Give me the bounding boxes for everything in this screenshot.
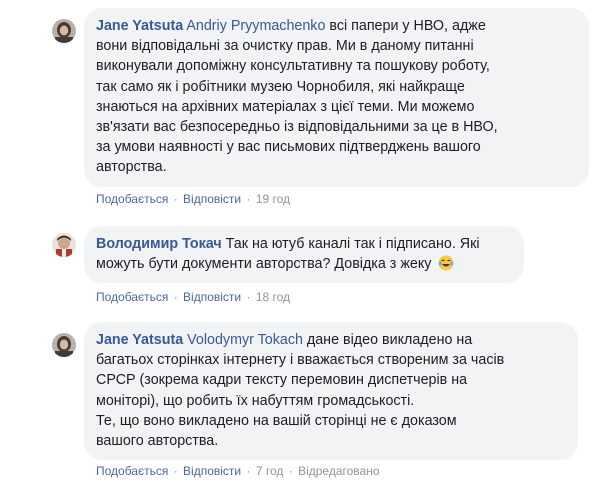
reply-link[interactable]: Відповісти <box>183 464 241 478</box>
comment-text-line: вони відповідальні за очистку прав. Ми в… <box>96 38 474 55</box>
comment-text-line: за умови наявності у вас письмових підтв… <box>96 139 481 156</box>
comment-actions: Подобається · Відповісти · 18 год <box>96 289 290 305</box>
like-link[interactable]: Подобається <box>96 464 168 478</box>
edited-label[interactable]: Відредаговано <box>298 464 379 478</box>
separator-dot: · <box>173 192 178 206</box>
timestamp[interactable]: 18 год <box>256 290 290 304</box>
like-link[interactable]: Подобається <box>96 290 168 304</box>
comment-text-line: всі папери у НВО, адже <box>325 18 486 34</box>
comment-text-line: Те, що воно викладено на вашій сторінці … <box>96 412 457 429</box>
comment-bubble: Володимир Токач Так на ютуб каналі так і… <box>84 226 524 284</box>
comment-actions: Подобається · Відповісти · 19 год <box>96 191 290 207</box>
mention-link[interactable]: Andriy Pryymachenko <box>186 18 325 34</box>
comment-author[interactable]: Володимир Токач <box>96 236 222 252</box>
reply-link[interactable]: Відповісти <box>183 192 241 206</box>
separator-dot: · <box>246 290 251 304</box>
comment-text-line: можуть бути документи авторства? Довідка… <box>96 256 432 273</box>
comment-text-line: моніторі), що робить їх набуттям громадс… <box>96 392 415 409</box>
reply-link[interactable]: Відповісти <box>183 290 241 304</box>
comment-text-line: СРСР (зокрема кадри тексту перемовин дис… <box>96 372 468 389</box>
mention-link[interactable]: Volodymyr Tokach <box>187 332 303 348</box>
comment-text-line: знаються на архівних матеріалах з цієї т… <box>96 98 475 115</box>
comment-text-line: авторства. <box>96 159 167 176</box>
separator-dot: · <box>173 464 178 478</box>
comment-actions: Подобається · Відповісти · 7 год · Відре… <box>96 463 380 479</box>
separator-dot: · <box>288 464 293 478</box>
like-link[interactable]: Подобається <box>96 192 168 206</box>
comment-text-line: зв'язати вас безпосередньо із відповідал… <box>96 119 498 136</box>
separator-dot: · <box>246 464 251 478</box>
timestamp[interactable]: 19 год <box>256 192 290 206</box>
comment-text-line: Так на ютуб каналі так і підписано. Які <box>221 236 480 252</box>
volodymyr-avatar-icon <box>52 233 76 257</box>
comment-text-line: вашого авторства. <box>96 433 219 450</box>
comment-author[interactable]: Jane Yatsuta <box>96 332 183 348</box>
timestamp[interactable]: 7 год <box>256 464 284 478</box>
separator-dot: · <box>246 192 251 206</box>
comment-text-line: так само як і робітники музею Чорнобиля,… <box>96 78 465 95</box>
comment-text-line: виконували допоміжну консультативну та п… <box>96 58 490 75</box>
avatar-volodymyr[interactable] <box>52 233 76 257</box>
laughing-tears-emoji-icon <box>438 255 454 271</box>
comment-bubble: Jane Yatsuta Andriy Pryymachenko всі пап… <box>84 8 589 187</box>
comment-author[interactable]: Jane Yatsuta <box>96 18 183 34</box>
avatar-jane[interactable] <box>52 333 76 357</box>
jane-avatar-icon <box>52 19 76 43</box>
comment-text-line: дане відео викладено на <box>302 332 473 348</box>
comment-text-line: багатьох сторінках інтернету і вважаєтьс… <box>96 352 505 369</box>
avatar-jane[interactable] <box>52 19 76 43</box>
jane-avatar-icon <box>52 333 76 357</box>
comment-bubble: Jane Yatsuta Volodymyr Tokach дане відео… <box>84 322 578 461</box>
separator-dot: · <box>173 290 178 304</box>
